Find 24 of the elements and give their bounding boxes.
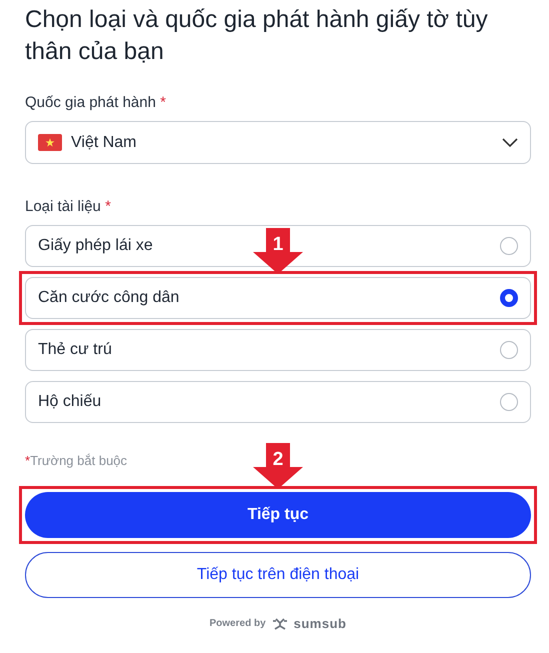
required-note: *Trường bắt buộc: [25, 453, 128, 468]
radio-button[interactable]: [500, 393, 518, 411]
flag-icon: [38, 134, 62, 151]
select-value: Việt Nam: [71, 134, 138, 152]
radio-button[interactable]: [500, 341, 518, 359]
brand-name: sumsub: [294, 616, 346, 631]
radio-button[interactable]: [500, 289, 518, 307]
field-label: Loại tài liệu *: [25, 198, 112, 215]
country-select[interactable]: Việt Nam: [25, 121, 531, 164]
field-label: Quốc gia phát hành *: [25, 94, 167, 111]
callout-arrow-icon: [253, 443, 303, 489]
powered-by-text: Powered by: [210, 618, 266, 629]
document-option[interactable]: Thẻ cư trú: [25, 329, 531, 371]
callout-number: 1: [272, 234, 284, 256]
continue-on-phone-button[interactable]: Tiếp tục trên điện thoại: [25, 552, 531, 598]
logo-icon: [272, 618, 288, 630]
chevron-down-icon: [502, 138, 518, 148]
callout-arrow-icon: [253, 228, 303, 274]
continue-button[interactable]: Tiếp tục: [25, 492, 531, 538]
page-title: Chọn loại và quốc gia phát hành giấy tờ tùy thân của bạn: [25, 5, 489, 67]
radio-button[interactable]: [500, 237, 518, 255]
document-option[interactable]: Căn cước công dân: [25, 277, 531, 319]
document-option[interactable]: Hộ chiếu: [25, 381, 531, 423]
callout-number: 2: [272, 449, 284, 471]
